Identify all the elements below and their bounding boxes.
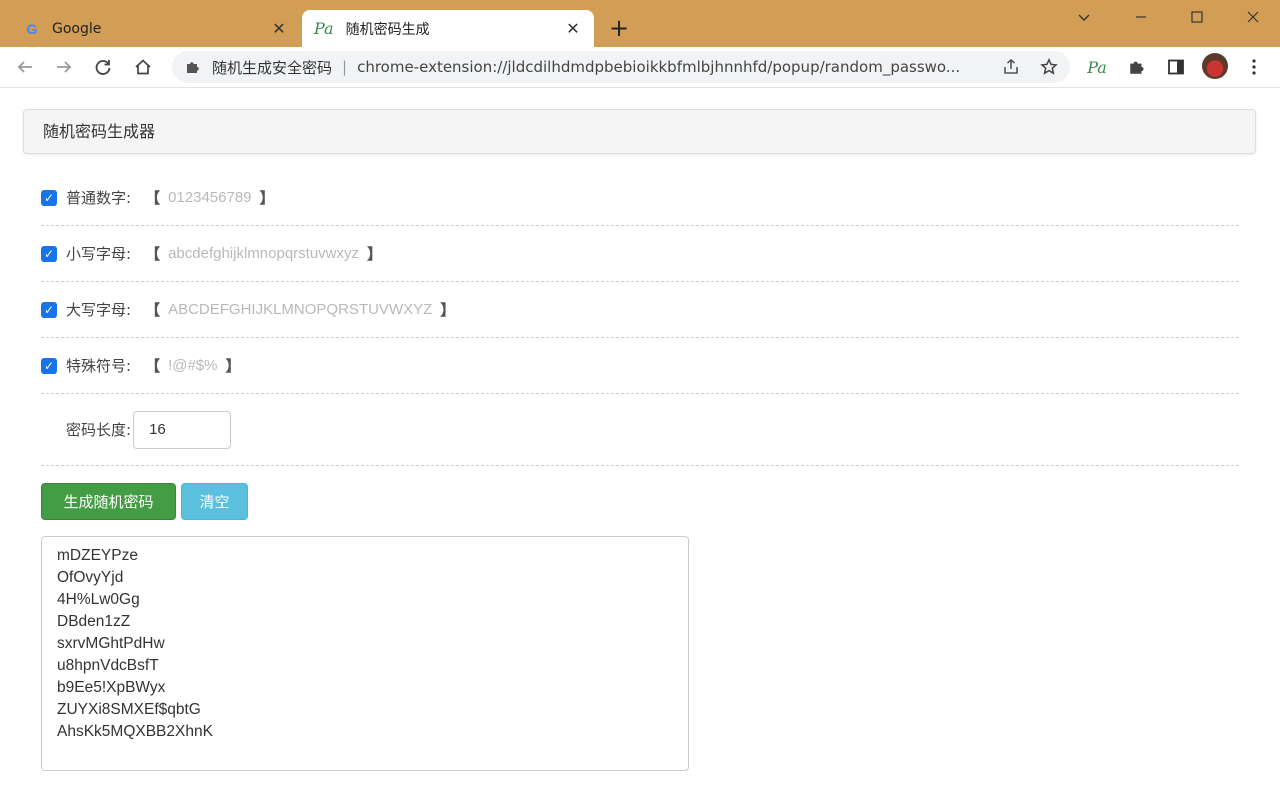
forward-icon[interactable] (51, 54, 77, 80)
digits-chars: 0123456789 (168, 189, 252, 206)
page-title: 随机密码生成器 (23, 109, 1256, 154)
option-label: 大写字母: (66, 301, 132, 319)
extension-page: 随机密码生成器 ✓ 普通数字: 【 0123456789 】 ✓ 小写字母: 【… (0, 88, 1280, 800)
side-panel-icon[interactable] (1163, 54, 1189, 80)
password-line: OfOvyYjd (57, 569, 124, 586)
extension-pa-icon[interactable]: Pa (1084, 54, 1110, 80)
lowercase-chars: abcdefghijklmnopqrstuvwxyz (168, 245, 359, 262)
new-tab-button[interactable]: + (609, 16, 629, 40)
bracket-close: 】 (440, 301, 456, 319)
bracket-open: 【 (145, 245, 161, 263)
reload-icon[interactable] (90, 54, 116, 80)
bracket-close: 】 (259, 189, 275, 207)
minimize-button[interactable] (1121, 6, 1161, 28)
password-output-textarea[interactable]: mDZEYPze OfOvyYjd 4H%Lw0Gg DBden1zZ sxrvMGht… (41, 536, 689, 771)
option-label: 普通数字: (66, 189, 132, 207)
bracket-open: 【 (145, 357, 161, 375)
digits-checkbox[interactable]: ✓ (41, 189, 57, 206)
tab-google[interactable]: G Google ✕ (8, 10, 300, 47)
uppercase-checkbox[interactable]: ✓ (41, 301, 57, 318)
bracket-open: 【 (145, 301, 161, 319)
length-input[interactable] (133, 410, 232, 449)
bracket-open: 【 (145, 189, 161, 207)
symbols-chars: !@#$% (168, 357, 218, 374)
omnibox-separator: | (342, 58, 348, 76)
omnibox-site-label: 随机生成安全密码 (212, 58, 333, 77)
tab-search-icon[interactable] (1064, 6, 1104, 28)
clear-button[interactable]: 清空 (181, 483, 248, 520)
option-label: 小写字母: (66, 245, 132, 263)
password-line: ZUYXi8SMXEf$qbtG (57, 701, 201, 718)
browser-toolbar: 随机生成安全密码 | chrome-extension://jldcdilhdm… (0, 47, 1280, 88)
extension-pa-icon: Pa (314, 19, 334, 38)
password-line: 4H%Lw0Gg (57, 591, 140, 608)
back-icon[interactable] (12, 54, 38, 80)
password-length-row: 密码长度: (41, 394, 1239, 466)
option-lowercase: ✓ 小写字母: 【 abcdefghijklmnopqrstuvwxyz 】 (41, 226, 1239, 282)
bracket-close: 】 (367, 245, 383, 263)
option-label: 特殊符号: (66, 357, 132, 375)
tab-title: 随机密码生成 (345, 21, 430, 38)
menu-kebab-icon[interactable] (1241, 54, 1267, 80)
length-label: 密码长度: (66, 421, 132, 439)
tab-title: Google (52, 20, 102, 37)
password-line: sxrvMGhtPdHw (57, 635, 165, 652)
option-symbols: ✓ 特殊符号: 【 !@#$% 】 (41, 338, 1239, 394)
home-icon[interactable] (130, 54, 156, 80)
lowercase-checkbox[interactable]: ✓ (41, 245, 57, 262)
generate-password-button[interactable]: 生成随机密码 (41, 483, 176, 520)
bracket-close: 】 (225, 357, 241, 375)
bookmark-star-icon[interactable] (1036, 54, 1062, 80)
omnibox-url[interactable]: chrome-extension://jldcdilhdmdpbebioikkb… (357, 58, 975, 76)
address-bar[interactable]: 随机生成安全密码 | chrome-extension://jldcdilhdm… (172, 51, 1070, 83)
share-icon[interactable] (998, 54, 1024, 80)
profile-avatar[interactable] (1202, 53, 1228, 79)
tab-strip: G Google ✕ Pa 随机密码生成 ✕ + (0, 0, 1280, 47)
password-line: b9Ee5!XpBWyx (57, 679, 166, 696)
close-window-button[interactable] (1233, 6, 1273, 28)
extensions-puzzle-icon[interactable] (1124, 54, 1150, 80)
option-uppercase: ✓ 大写字母: 【 ABCDEFGHIJKLMNOPQRSTUVWXYZ 】 (41, 282, 1239, 338)
extension-puzzle-icon (184, 58, 202, 76)
google-icon: G (26, 20, 38, 37)
maximize-button[interactable] (1177, 6, 1217, 28)
tab-random-password[interactable]: Pa 随机密码生成 ✕ (302, 10, 594, 47)
uppercase-chars: ABCDEFGHIJKLMNOPQRSTUVWXYZ (168, 301, 433, 318)
password-line: u8hpnVdcBsfT (57, 657, 159, 674)
option-digits: ✓ 普通数字: 【 0123456789 】 (41, 170, 1239, 226)
symbols-checkbox[interactable]: ✓ (41, 357, 57, 374)
close-icon[interactable]: ✕ (270, 19, 288, 38)
close-icon[interactable]: ✕ (564, 19, 582, 38)
password-line: DBden1zZ (57, 613, 131, 630)
password-line: mDZEYPze (57, 547, 138, 564)
password-line: AhsKk5MQXBB2XhnK (57, 723, 213, 740)
